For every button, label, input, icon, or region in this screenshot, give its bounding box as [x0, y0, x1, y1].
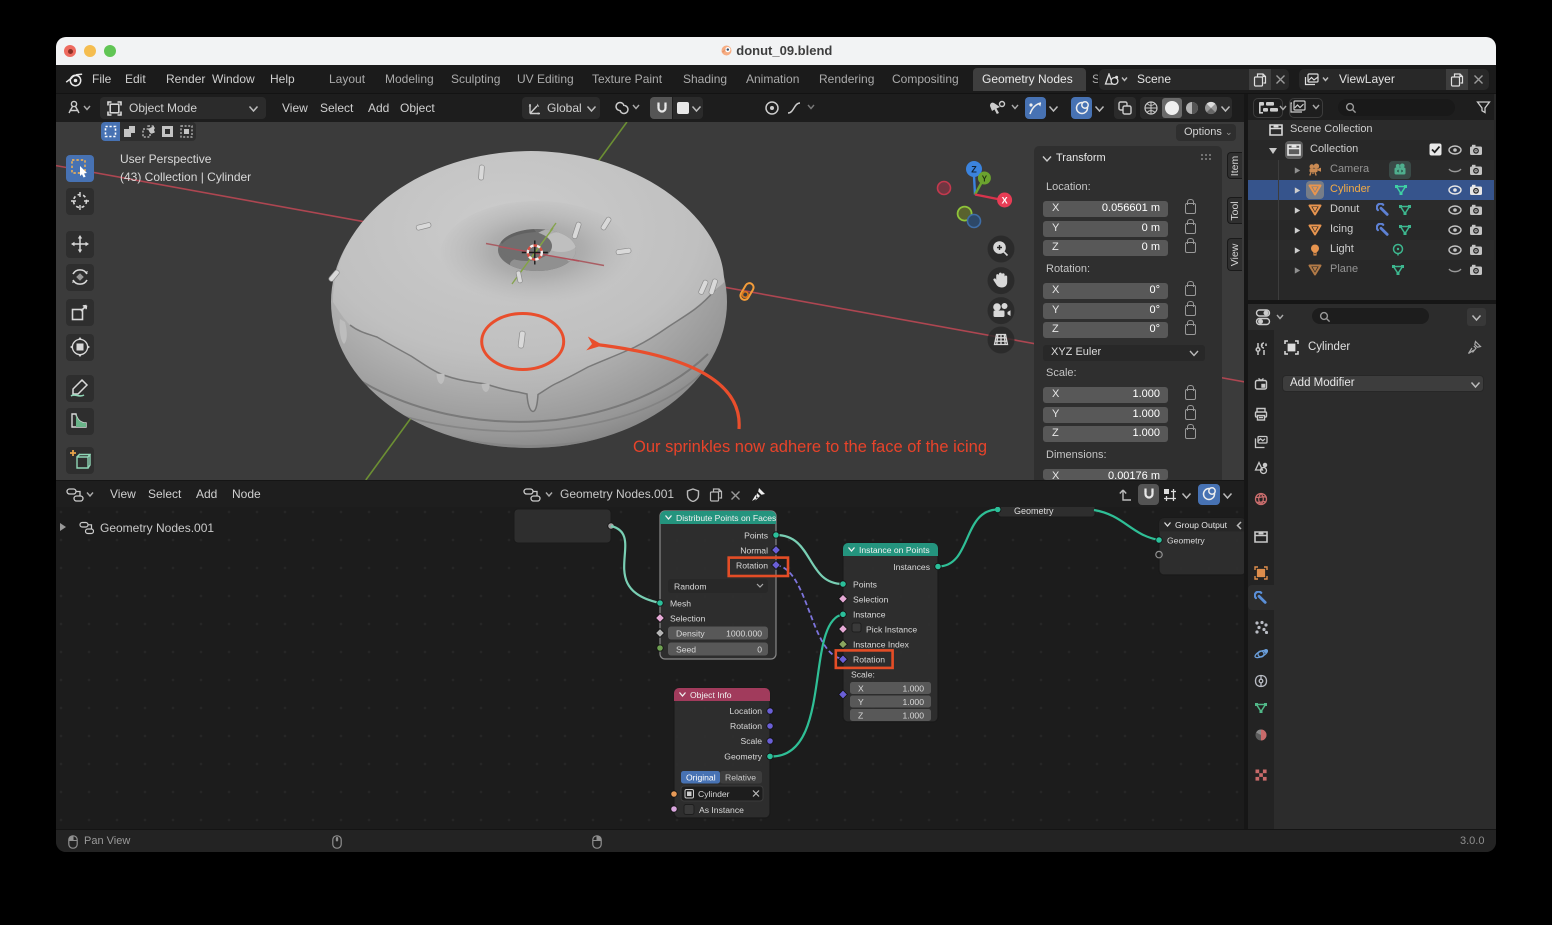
svg-text:Our sprinkles now adhere to th: Our sprinkles now adhere to the face of … [633, 438, 987, 456]
svg-text:Points: Points [744, 531, 768, 541]
svg-text:Y: Y [982, 175, 988, 184]
svg-text:1.000: 1.000 [902, 684, 924, 694]
svg-text:Group Output: Group Output [1175, 520, 1228, 530]
svg-text:Seed: Seed [676, 645, 696, 655]
svg-text:1000.000: 1000.000 [726, 629, 762, 639]
svg-text:Instances: Instances [893, 562, 930, 572]
svg-text:Object Info: Object Info [690, 690, 732, 700]
svg-text:0: 0 [757, 645, 762, 655]
svg-text:Points: Points [853, 580, 877, 590]
svg-text:As Instance: As Instance [699, 805, 744, 815]
svg-text:Z: Z [971, 165, 977, 175]
svg-text:Density: Density [676, 629, 705, 639]
svg-text:Selection: Selection [853, 595, 889, 605]
svg-text:Instance Index: Instance Index [853, 640, 910, 650]
svg-text:Normal: Normal [740, 546, 768, 556]
svg-text:Original: Original [686, 773, 716, 783]
svg-text:Scale: Scale [741, 736, 763, 746]
svg-text:Rotation: Rotation [853, 655, 885, 665]
svg-text:1.000: 1.000 [902, 711, 924, 721]
svg-text:Location: Location [730, 706, 763, 716]
svg-text:Y: Y [858, 697, 864, 707]
svg-text:X: X [858, 684, 864, 694]
svg-text:X: X [1002, 196, 1008, 206]
svg-text:Mesh: Mesh [670, 599, 691, 609]
svg-text:Pick Instance: Pick Instance [866, 625, 917, 635]
svg-text:Instance: Instance [853, 610, 886, 620]
svg-text:Instance on Points: Instance on Points [859, 545, 930, 555]
svg-text:Distribute Points on Faces: Distribute Points on Faces [676, 513, 776, 523]
svg-text:Scale:: Scale: [851, 670, 875, 680]
svg-text:Random: Random [674, 582, 706, 592]
svg-text:Selection: Selection [670, 614, 706, 624]
svg-text:Geometry: Geometry [724, 751, 762, 761]
svg-text:Rotation: Rotation [730, 721, 762, 731]
svg-text:Geometry: Geometry [1014, 507, 1054, 516]
svg-text:Cylinder: Cylinder [698, 789, 730, 799]
svg-text:1.000: 1.000 [902, 697, 924, 707]
svg-text:Relative: Relative [725, 773, 756, 783]
svg-text:Z: Z [858, 711, 863, 721]
svg-text:Rotation: Rotation [736, 561, 768, 571]
svg-text:Geometry: Geometry [1167, 536, 1205, 546]
